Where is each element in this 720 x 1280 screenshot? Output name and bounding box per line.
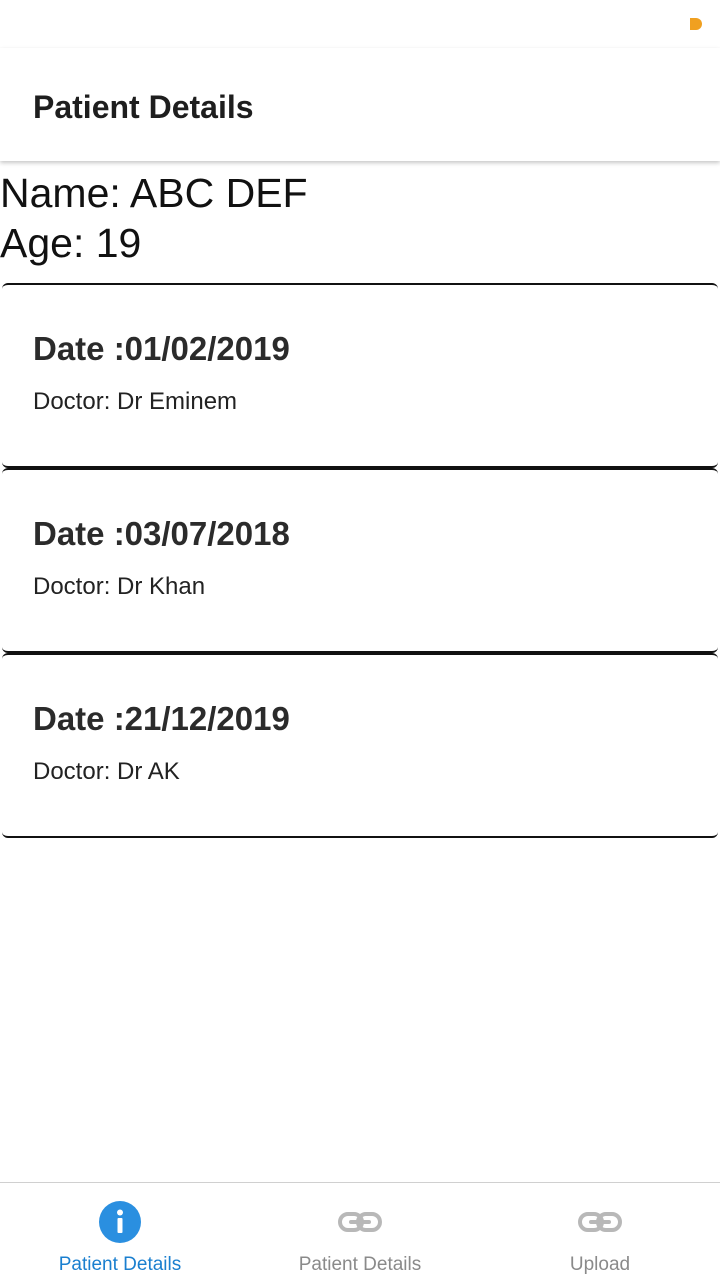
visit-card[interactable]: Date :03/07/2018 Doctor: Dr Khan: [2, 468, 718, 653]
info-icon: [99, 1201, 141, 1243]
link-icon: [578, 1212, 622, 1232]
visit-doctor: Doctor: Dr Khan: [33, 573, 206, 600]
page-title: Patient Details: [33, 89, 254, 125]
nav-label: Patient Details: [58, 1254, 182, 1275]
visit-list: Date :01/02/2019 Doctor: Dr Eminem Date …: [2, 283, 718, 838]
nav-item-upload[interactable]: Upload: [480, 1183, 720, 1280]
nav-item-patient-details[interactable]: Patient Details: [0, 1183, 240, 1280]
nav-label: Upload: [569, 1254, 631, 1275]
patient-age: Age: 19: [0, 220, 142, 266]
visit-date: Date :21/12/2019: [33, 700, 290, 737]
patient-name: Name: ABC DEF: [0, 170, 308, 216]
notification-indicator-icon: [690, 18, 702, 30]
bottom-navigation: Patient Details Patient Details Upload: [0, 1182, 720, 1280]
nav-item-patient-details-2[interactable]: Patient Details: [240, 1183, 480, 1280]
patient-info: Name: ABC DEF Age: 19: [0, 168, 720, 268]
visit-doctor: Doctor: Dr Eminem: [33, 388, 238, 415]
app-header: Patient Details: [0, 48, 720, 161]
status-bar: [0, 0, 720, 48]
visit-doctor: Doctor: Dr AK: [33, 758, 180, 785]
visit-card[interactable]: Date :01/02/2019 Doctor: Dr Eminem: [2, 283, 718, 468]
link-icon: [338, 1212, 382, 1232]
visit-date: Date :01/02/2019: [33, 330, 290, 367]
visit-card[interactable]: Date :21/12/2019 Doctor: Dr AK: [2, 653, 718, 838]
visit-date: Date :03/07/2018: [33, 515, 290, 552]
nav-label: Patient Details: [298, 1254, 422, 1275]
app-screen: Patient Details Name: ABC DEF Age: 19 Da…: [0, 0, 720, 1280]
